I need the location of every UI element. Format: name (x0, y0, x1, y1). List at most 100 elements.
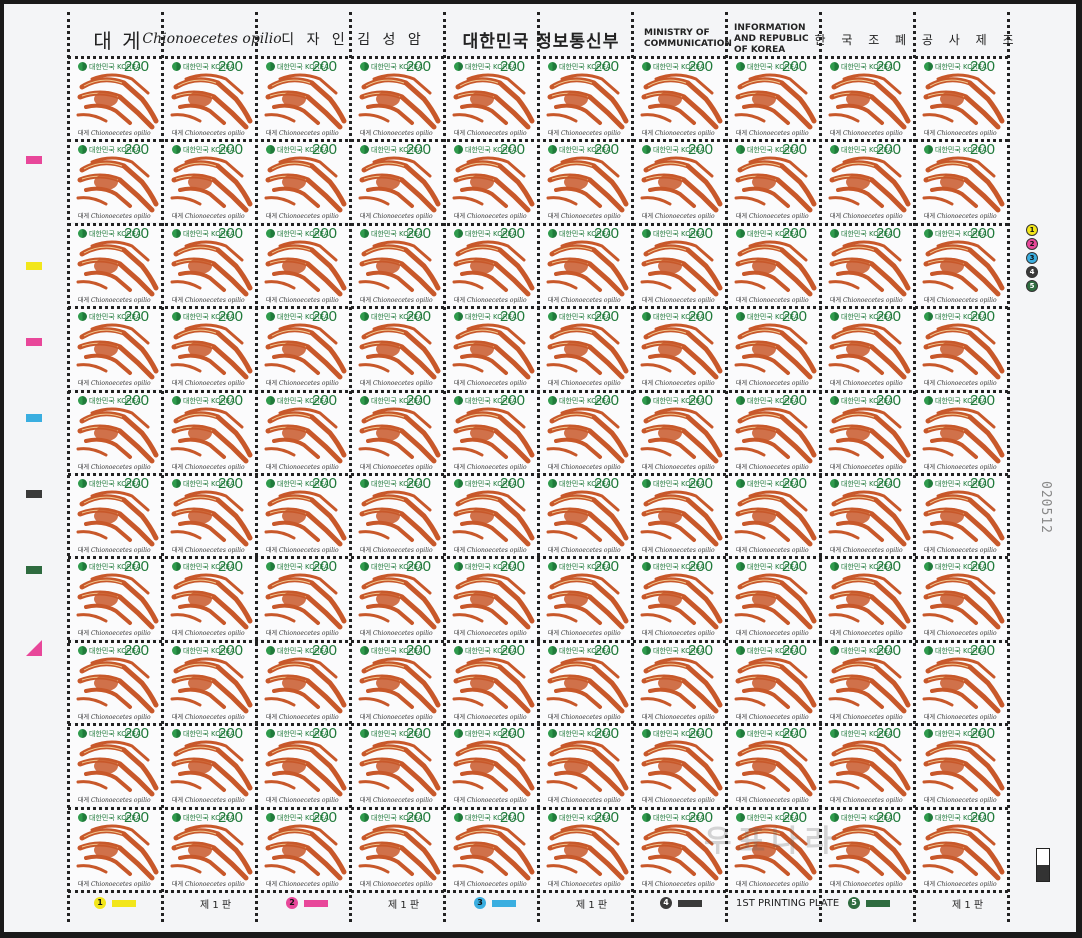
stamp-caption: 대게 Chionoecetes opilio (736, 380, 809, 388)
stamp: 대한민국 KOREA 200 대게 Chionoecetes opilio (352, 474, 444, 556)
stamp-caption: 대게 Chionoecetes opilio (266, 463, 339, 471)
stamp-caption: 대게 Chionoecetes opilio (642, 130, 715, 137)
stamp: 대한민국 KOREA 200 대게 Chionoecetes opilio (352, 557, 444, 640)
footer-plate-label: 1ST PRINTING PLATE (736, 897, 840, 909)
crab-illustration (358, 156, 441, 213)
crab-illustration (734, 407, 817, 464)
header-printer: 한 국 조 폐 공 사 제 조 (814, 32, 1020, 47)
crab-illustration (640, 657, 723, 714)
crab-illustration (922, 73, 1005, 130)
perforation-column (443, 12, 446, 922)
stamp: 대한민국 KOREA 200 대게 Chionoecetes opilio (916, 557, 1008, 640)
stamp-caption: 대게 Chionoecetes opilio (454, 880, 527, 888)
stamp-caption: 대게 Chionoecetes opilio (78, 630, 151, 638)
crab-illustration (922, 407, 1005, 464)
registration-bar (26, 414, 42, 422)
stamp-caption: 대게 Chionoecetes opilio (736, 130, 809, 137)
crab-illustration (264, 240, 347, 297)
crab-illustration (734, 657, 817, 714)
stamp: 대한민국 KOREA 200 대게 Chionoecetes opilio (822, 307, 914, 390)
crab-illustration (452, 657, 535, 714)
crab-illustration (170, 490, 253, 547)
crab-illustration (452, 323, 535, 380)
crab-illustration (734, 490, 817, 547)
stamp-caption: 대게 Chionoecetes opilio (360, 547, 433, 554)
stamp-caption: 대게 Chionoecetes opilio (78, 547, 151, 554)
stamp: 대한민국 KOREA 200 대게 Chionoecetes opilio (446, 140, 538, 223)
stamp: 대한민국 KOREA 200 대게 Chionoecetes opilio (258, 307, 350, 390)
stamp: 대한민국 KOREA 200 대게 Chionoecetes opilio (822, 640, 914, 723)
stamp: 대한민국 KOREA 200 대게 Chionoecetes opilio (540, 307, 632, 390)
registration-triangle (26, 640, 42, 656)
crab-illustration (546, 740, 629, 797)
stamp-caption: 대게 Chionoecetes opilio (266, 797, 339, 805)
crab-illustration (734, 573, 817, 630)
crab-illustration (264, 323, 347, 380)
crab-illustration (828, 73, 911, 130)
stamp: 대한민국 KOREA 200 대게 Chionoecetes opilio (258, 557, 350, 640)
stamp-caption: 대게 Chionoecetes opilio (642, 880, 715, 888)
stamp-caption: 대게 Chionoecetes opilio (548, 463, 621, 471)
stamp: 대한민국 KOREA 200 대게 Chionoecetes opilio (352, 724, 444, 807)
stamp-caption: 대게 Chionoecetes opilio (266, 713, 339, 721)
stamp: 대한민국 KOREA 200 대게 Chionoecetes opilio (916, 223, 1008, 306)
stamp-caption: 대게 Chionoecetes opilio (454, 797, 527, 805)
stamp: 대한민국 KOREA 200 대게 Chionoecetes opilio (258, 724, 350, 807)
crab-illustration (76, 407, 159, 464)
stamp: 대한민국 KOREA 200 대게 Chionoecetes opilio (446, 474, 538, 556)
stamp: 대한민국 KOREA 200 대게 Chionoecetes opilio (164, 557, 256, 640)
crab-illustration (452, 73, 535, 130)
stamp-caption: 대게 Chionoecetes opilio (78, 380, 151, 388)
crab-illustration (264, 573, 347, 630)
color-dot-2: 2 (1026, 238, 1038, 250)
crab-illustration (76, 156, 159, 213)
stamp: 대한민국 KOREA 200 대게 Chionoecetes opilio (446, 57, 538, 139)
crab-illustration (546, 240, 629, 297)
crab-illustration (76, 240, 159, 297)
stamp: 대한민국 KOREA 200 대게 Chionoecetes opilio (258, 57, 350, 139)
stamp: 대한민국 KOREA 200 대게 Chionoecetes opilio (634, 307, 726, 390)
perforation-column (819, 12, 822, 922)
footer-color-marker-4: 4 (660, 890, 702, 916)
header-country-en: INFORMATION AND REPUBLIC OF KOREA (734, 22, 809, 55)
stamp: 대한민국 KOREA 200 대게 Chionoecetes opilio (728, 557, 820, 640)
crab-illustration (452, 156, 535, 213)
crab-illustration (546, 323, 629, 380)
serial-number: 020512 (1037, 480, 1053, 534)
header-ministry-en: MINISTRY OF COMMUNICATION (644, 28, 732, 49)
stamp-caption: 대게 Chionoecetes opilio (830, 463, 903, 471)
color-swatch (304, 899, 328, 907)
stamp-caption: 대게 Chionoecetes opilio (924, 547, 997, 554)
stamp-caption: 대게 Chionoecetes opilio (548, 213, 621, 221)
stamp: 대한민국 KOREA 200 대게 Chionoecetes opilio (916, 474, 1008, 556)
crab-illustration (922, 740, 1005, 797)
stamp-caption: 대게 Chionoecetes opilio (266, 130, 339, 137)
stamp: 대한민국 KOREA 200 대게 Chionoecetes opilio (916, 724, 1008, 807)
stamp-caption: 대게 Chionoecetes opilio (172, 296, 245, 304)
color-dot-3: 3 (1026, 252, 1038, 264)
crab-illustration (922, 824, 1005, 881)
stamp: 대한민국 KOREA 200 대게 Chionoecetes opilio (70, 57, 162, 139)
stamp-caption: 대게 Chionoecetes opilio (830, 713, 903, 721)
stamp: 대한민국 KOREA 200 대게 Chionoecetes opilio (728, 474, 820, 556)
stamp: 대한민국 KOREA 200 대게 Chionoecetes opilio (258, 640, 350, 723)
stamp-caption: 대게 Chionoecetes opilio (78, 296, 151, 304)
stamp-caption: 대게 Chionoecetes opilio (924, 880, 997, 888)
crab-illustration (452, 240, 535, 297)
stamp-caption: 대게 Chionoecetes opilio (266, 547, 339, 554)
stamp: 대한민국 KOREA 200 대게 Chionoecetes opilio (352, 57, 444, 139)
color-dot-5: 5 (1026, 280, 1038, 292)
stamp: 대한민국 KOREA 200 대게 Chionoecetes opilio (634, 724, 726, 807)
stamp: 대한민국 KOREA 200 대게 Chionoecetes opilio (916, 307, 1008, 390)
stamp-caption: 대게 Chionoecetes opilio (830, 880, 903, 888)
stamp: 대한민국 KOREA 200 대게 Chionoecetes opilio (164, 807, 256, 890)
crab-illustration (264, 657, 347, 714)
crab-illustration (76, 490, 159, 547)
stamp: 대한민국 KOREA 200 대게 Chionoecetes opilio (916, 640, 1008, 723)
registration-bar (26, 262, 42, 270)
stamp: 대한민국 KOREA 200 대게 Chionoecetes opilio (916, 807, 1008, 890)
stamp-caption: 대게 Chionoecetes opilio (360, 797, 433, 805)
stamp: 대한민국 KOREA 200 대게 Chionoecetes opilio (728, 57, 820, 139)
crab-illustration (170, 657, 253, 714)
stamp: 대한민국 KOREA 200 대게 Chionoecetes opilio (728, 724, 820, 807)
